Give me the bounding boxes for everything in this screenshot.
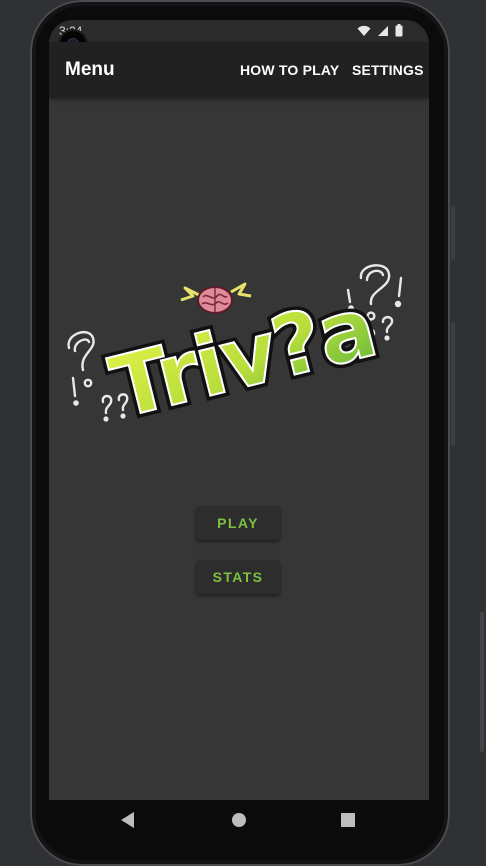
phone-screen: 3:24 Menu HOW TO PLAY SETTINGS: [49, 20, 429, 800]
settings-button[interactable]: SETTINGS: [352, 62, 424, 78]
play-button[interactable]: PLAY: [196, 506, 280, 540]
battery-icon: [395, 24, 403, 42]
cell-signal-icon: [377, 24, 389, 42]
logo-text-outline: Triv?a: [102, 278, 384, 430]
how-to-play-button[interactable]: HOW TO PLAY: [240, 62, 339, 78]
trivia-logo-image: Triv?a Triv?a: [67, 264, 403, 442]
home-icon[interactable]: [232, 813, 246, 827]
system-nav-bar: [49, 800, 429, 840]
status-icons: [357, 24, 403, 42]
status-bar: 3:24: [49, 20, 429, 57]
logo-wordmark: Triv?a Triv?a: [97, 273, 388, 442]
side-rail: [480, 612, 484, 752]
stats-button[interactable]: STATS: [196, 560, 280, 594]
back-icon[interactable]: [121, 812, 134, 828]
volume-button[interactable]: [451, 322, 455, 446]
page-title: Menu: [65, 59, 115, 80]
app-bar: Menu HOW TO PLAY SETTINGS: [49, 42, 429, 98]
recents-icon[interactable]: [341, 813, 355, 827]
emulator-stage: 3:24 Menu HOW TO PLAY SETTINGS: [0, 0, 486, 866]
trivia-logo: Triv?a Triv?a: [55, 238, 409, 442]
power-button[interactable]: [451, 206, 455, 260]
wifi-icon: [357, 24, 371, 42]
